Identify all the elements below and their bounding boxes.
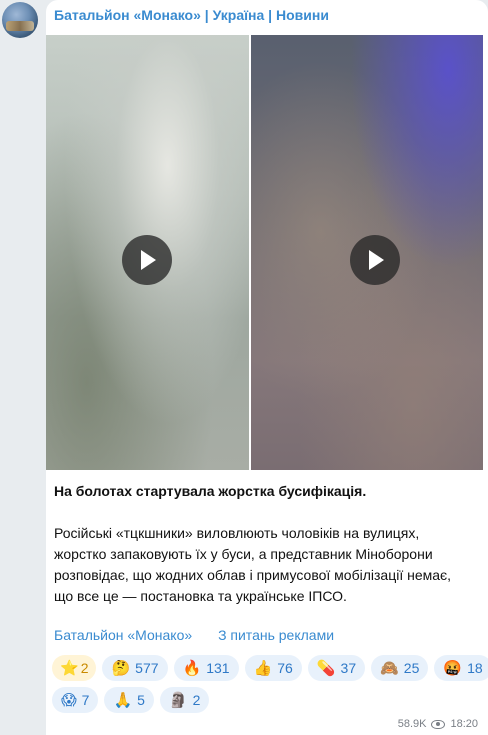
video-thumbnail-2[interactable] bbox=[251, 35, 483, 470]
reaction-thumbs-up[interactable]: 👍 76 bbox=[244, 655, 302, 681]
channel-avatar[interactable] bbox=[2, 2, 38, 38]
channel-link[interactable]: Батальйон «Монако» bbox=[54, 627, 192, 643]
message-meta: 58.9K 18:20 bbox=[398, 718, 478, 730]
reactions-bar: ⭐ 2 🤔 577 🔥 131 👍 76 💊 37 🙈 25 🤬 18 😱 7 … bbox=[52, 655, 488, 719]
reaction-see-no-evil[interactable]: 🙈 25 bbox=[371, 655, 429, 681]
ads-link[interactable]: З питань реклами bbox=[218, 627, 334, 643]
message-body-line: розповідає, що жодних облав і примусової… bbox=[54, 567, 452, 583]
reactions-row: ⭐ 2 🤔 577 🔥 131 👍 76 💊 37 🙈 25 🤬 18 bbox=[52, 655, 488, 681]
reaction-count: 5 bbox=[137, 692, 145, 708]
reaction-cursing[interactable]: 🤬 18 bbox=[434, 655, 488, 681]
message-text: На болотах стартувала жорстка бусифікаці… bbox=[54, 481, 479, 607]
screaming-face-icon: 😱 bbox=[61, 690, 77, 709]
cursing-face-icon: 🤬 bbox=[443, 658, 463, 677]
views-count: 58.9K bbox=[397, 718, 427, 730]
eye-icon bbox=[431, 719, 446, 729]
reaction-count: 18 bbox=[467, 660, 483, 676]
reaction-count: 76 bbox=[277, 660, 293, 676]
fire-icon: 🔥 bbox=[182, 658, 202, 677]
message-body: Російські «тцкшники» виловлюють чоловікі… bbox=[54, 523, 479, 607]
see-no-evil-monkey-icon: 🙈 bbox=[380, 658, 399, 677]
reaction-scream[interactable]: 😱 7 bbox=[52, 687, 99, 713]
reaction-count: 7 bbox=[81, 692, 90, 708]
reaction-star[interactable]: ⭐ 2 bbox=[52, 655, 97, 681]
reaction-count: 2 bbox=[80, 660, 89, 676]
folded-hands-icon: 🙏 bbox=[113, 690, 133, 709]
moai-icon: 🗿 bbox=[168, 690, 188, 709]
reaction-count: 2 bbox=[192, 692, 201, 708]
message-body-line: що все це — постановка та українське ІПС… bbox=[54, 588, 347, 604]
reaction-count: 37 bbox=[340, 660, 357, 676]
reaction-count: 131 bbox=[206, 660, 230, 676]
reaction-count: 25 bbox=[403, 660, 420, 676]
reaction-pray[interactable]: 🙏 5 bbox=[104, 687, 154, 713]
reaction-moai[interactable]: 🗿 2 bbox=[159, 687, 210, 713]
message-bubble: Батальйон «Монако» | Україна | Новини На… bbox=[46, 0, 488, 735]
video-thumbnail-1[interactable] bbox=[46, 35, 249, 470]
media-album bbox=[46, 35, 483, 470]
reaction-thinking[interactable]: 🤔 577 bbox=[102, 655, 168, 681]
message-body-line: жорстко запаковують їх у буси, а предста… bbox=[54, 546, 433, 562]
reaction-fire[interactable]: 🔥 131 bbox=[173, 655, 239, 681]
star-icon: ⭐ bbox=[60, 658, 79, 677]
message-headline: На болотах стартувала жорстка бусифікаці… bbox=[54, 483, 367, 499]
message-body-line: Російські «тцкшники» виловлюють чоловікі… bbox=[54, 525, 420, 541]
message-links: Батальйон «Монако» З питань реклами bbox=[54, 627, 334, 643]
reaction-pill[interactable]: 💊 37 bbox=[307, 655, 366, 681]
thumbs-up-icon: 👍 bbox=[253, 658, 273, 677]
reaction-count: 577 bbox=[135, 660, 159, 676]
play-icon[interactable] bbox=[350, 235, 400, 285]
play-icon[interactable] bbox=[122, 235, 172, 285]
thinking-face-icon: 🤔 bbox=[111, 658, 131, 677]
reactions-row: 😱 7 🙏 5 🗿 2 bbox=[52, 687, 482, 713]
channel-name[interactable]: Батальйон «Монако» | Україна | Новини bbox=[54, 7, 329, 23]
pill-icon: 💊 bbox=[316, 658, 336, 677]
message-time: 18:20 bbox=[450, 718, 478, 730]
